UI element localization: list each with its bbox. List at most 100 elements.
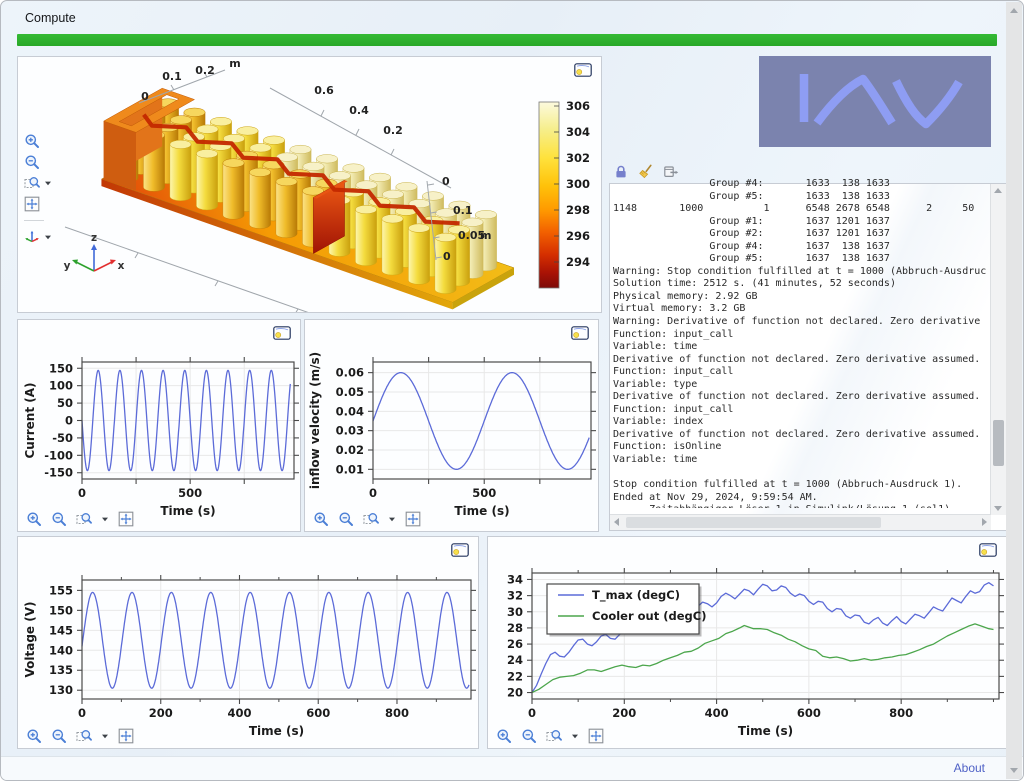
zoom-out-icon[interactable] bbox=[51, 511, 67, 527]
colorbar-label: 302 bbox=[566, 151, 590, 165]
voltage-chart[interactable]: 0200400600800130135140145150155Time (s)V… bbox=[18, 537, 478, 748]
caret-down-icon[interactable] bbox=[44, 233, 52, 241]
zoom-box-icon[interactable] bbox=[76, 511, 92, 527]
zoom-out-icon[interactable] bbox=[51, 728, 67, 744]
current-chart[interactable]: 0500-150-100-50050100150Time (s)Current … bbox=[18, 320, 300, 531]
triad-y-label: y bbox=[64, 260, 71, 272]
svg-text:500: 500 bbox=[472, 486, 496, 500]
svg-text:-150: -150 bbox=[44, 466, 73, 480]
iav-logo bbox=[759, 56, 991, 147]
zoom-box-icon[interactable] bbox=[24, 175, 40, 191]
svg-text:T_max (degC): T_max (degC) bbox=[592, 588, 680, 603]
svg-text:28: 28 bbox=[507, 621, 523, 635]
svg-text:200: 200 bbox=[149, 706, 173, 720]
length-tick: 0.2 bbox=[383, 124, 403, 137]
zoom-out-icon[interactable] bbox=[24, 154, 40, 170]
3d-view-toolbar bbox=[24, 133, 52, 245]
scroll-left-icon[interactable] bbox=[614, 518, 619, 526]
svg-text:0.02: 0.02 bbox=[336, 443, 364, 457]
zoom-in-icon[interactable] bbox=[26, 728, 42, 744]
fit-view-icon[interactable] bbox=[118, 511, 134, 527]
inflow-velocity-chart[interactable]: 05000.010.020.030.040.050.06Time (s)infl… bbox=[305, 320, 598, 531]
svg-text:0.04: 0.04 bbox=[336, 404, 364, 418]
width-tick: 0 bbox=[141, 90, 149, 103]
snapshot-icon[interactable] bbox=[451, 543, 469, 557]
svg-text:400: 400 bbox=[705, 706, 729, 720]
scroll-right-icon[interactable] bbox=[982, 518, 987, 526]
zoom-in-icon[interactable] bbox=[313, 511, 329, 527]
caret-down-icon[interactable] bbox=[388, 515, 396, 523]
solver-log-text: Group #4: 1633 138 1633 Group #5: 1633 1… bbox=[613, 178, 989, 508]
axis-unit-top: m bbox=[229, 57, 240, 70]
svg-text:0: 0 bbox=[369, 486, 377, 500]
svg-text:0.06: 0.06 bbox=[336, 366, 364, 380]
colorbar-label: 300 bbox=[566, 177, 590, 191]
svg-text:Time (s): Time (s) bbox=[738, 724, 793, 738]
width-tick: 0.1 bbox=[162, 70, 182, 83]
caret-down-icon[interactable] bbox=[101, 515, 109, 523]
colorbar-label: 298 bbox=[566, 203, 590, 217]
temperature-colorbar: 306 304 302 300 298 296 294 bbox=[539, 99, 590, 288]
svg-text:Voltage (V): Voltage (V) bbox=[23, 602, 37, 678]
svg-text:200: 200 bbox=[612, 706, 636, 720]
snapshot-icon[interactable] bbox=[273, 326, 291, 340]
compute-button[interactable]: Compute bbox=[25, 11, 76, 25]
svg-text:Time (s): Time (s) bbox=[249, 724, 304, 738]
caret-down-icon[interactable] bbox=[571, 732, 579, 740]
fit-view-icon[interactable] bbox=[588, 728, 604, 744]
plot-toolbar bbox=[26, 511, 134, 527]
log-vertical-scrollbar[interactable] bbox=[990, 184, 1006, 515]
svg-text:Time (s): Time (s) bbox=[454, 504, 509, 518]
svg-text:600: 600 bbox=[306, 706, 330, 720]
panel-temperature-plot: 02004006008002022242628303234Time (s)T_m… bbox=[487, 536, 1007, 749]
svg-text:135: 135 bbox=[49, 663, 73, 677]
fit-view-icon[interactable] bbox=[118, 728, 134, 744]
log-hscroll-thumb[interactable] bbox=[626, 517, 881, 528]
height-tick: 0 bbox=[443, 250, 451, 263]
svg-text:30: 30 bbox=[507, 605, 523, 619]
status-bar: About bbox=[1, 756, 1023, 780]
zoom-out-icon[interactable] bbox=[338, 511, 354, 527]
plot-toolbar bbox=[496, 728, 604, 744]
iav-logo-letters bbox=[759, 56, 991, 147]
axis-unit-right: m bbox=[480, 229, 491, 242]
width-tick: 0.2 bbox=[195, 64, 215, 77]
scroll-down-icon[interactable] bbox=[1010, 768, 1018, 773]
zoom-in-icon[interactable] bbox=[496, 728, 512, 744]
svg-text:800: 800 bbox=[889, 706, 913, 720]
zoom-box-icon[interactable] bbox=[546, 728, 562, 744]
3d-geometry-plot[interactable]: m 0 0.1 0.2 0.6 0.4 0.2 0 0.1 0.05 0 m bbox=[18, 57, 601, 312]
zoom-box-icon[interactable] bbox=[363, 511, 379, 527]
default-3d-view-icon[interactable] bbox=[24, 229, 40, 245]
zoom-box-icon[interactable] bbox=[76, 728, 92, 744]
fit-view-icon[interactable] bbox=[24, 196, 40, 212]
svg-text:800: 800 bbox=[385, 706, 409, 720]
svg-text:400: 400 bbox=[227, 706, 251, 720]
snapshot-icon[interactable] bbox=[571, 326, 589, 340]
svg-text:inflow velocity (m/s): inflow velocity (m/s) bbox=[308, 352, 322, 489]
triad-x-label: x bbox=[118, 260, 125, 272]
caret-down-icon[interactable] bbox=[101, 732, 109, 740]
temperature-chart[interactable]: 02004006008002022242628303234Time (s)T_m… bbox=[488, 537, 1006, 748]
plot-toolbar bbox=[313, 511, 421, 527]
svg-text:155: 155 bbox=[49, 583, 73, 597]
svg-text:140: 140 bbox=[49, 643, 73, 657]
scroll-up-icon[interactable] bbox=[1010, 8, 1018, 13]
caret-down-icon[interactable] bbox=[44, 179, 52, 187]
zoom-in-icon[interactable] bbox=[24, 133, 40, 149]
log-horizontal-scrollbar[interactable] bbox=[610, 514, 991, 530]
snapshot-icon[interactable] bbox=[979, 543, 997, 557]
svg-text:26: 26 bbox=[507, 637, 523, 651]
zoom-in-icon[interactable] bbox=[26, 511, 42, 527]
log-vscroll-thumb[interactable] bbox=[993, 420, 1004, 466]
panel-3d-view: m 0 0.1 0.2 0.6 0.4 0.2 0 0.1 0.05 0 m bbox=[17, 56, 602, 313]
snapshot-icon[interactable] bbox=[574, 63, 592, 77]
svg-text:0.01: 0.01 bbox=[336, 462, 364, 476]
solver-log-panel[interactable]: Group #4: 1633 138 1633 Group #5: 1633 1… bbox=[609, 183, 1007, 531]
scroll-down-icon[interactable] bbox=[994, 506, 1002, 511]
window-vertical-scrollbar[interactable] bbox=[1006, 2, 1022, 779]
fit-view-icon[interactable] bbox=[405, 511, 421, 527]
zoom-out-icon[interactable] bbox=[521, 728, 537, 744]
about-link[interactable]: About bbox=[954, 761, 985, 775]
scroll-up-icon[interactable] bbox=[994, 188, 1002, 193]
